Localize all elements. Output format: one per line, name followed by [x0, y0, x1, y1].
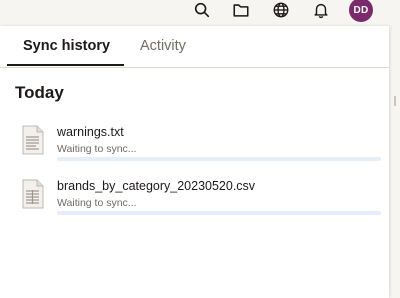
file-name: brands_by_category_20230520.csv [57, 179, 256, 193]
tab-sync-history[interactable]: Sync history [23, 38, 110, 54]
sync-progress-bar [57, 157, 381, 161]
file-row[interactable]: brands_by_category_20230520.csv Waiting … [0, 179, 389, 229]
folder-icon[interactable] [231, 0, 251, 20]
avatar[interactable]: DD [349, 0, 373, 22]
section-heading-today: Today [15, 83, 64, 102]
file-name: warnings.txt [57, 125, 124, 139]
sync-progress-bar [57, 211, 381, 215]
text-file-icon [22, 125, 44, 155]
search-icon[interactable] [192, 0, 212, 20]
sync-status: Waiting to sync... [57, 197, 137, 209]
file-row[interactable]: warnings.txt Waiting to sync... [0, 125, 389, 175]
sync-panel: Sync history Activity Today warnings.txt… [0, 26, 389, 298]
active-tab-indicator [7, 64, 124, 66]
csv-file-icon [22, 179, 44, 209]
tab-activity[interactable]: Activity [140, 38, 186, 54]
tab-bar: Sync history Activity [0, 26, 389, 68]
edge-divider [394, 96, 396, 106]
sync-status: Waiting to sync... [57, 143, 137, 155]
top-bar: DD [0, 0, 400, 26]
bell-icon[interactable] [311, 0, 331, 20]
globe-icon[interactable] [271, 0, 291, 20]
background-strip [389, 26, 400, 298]
